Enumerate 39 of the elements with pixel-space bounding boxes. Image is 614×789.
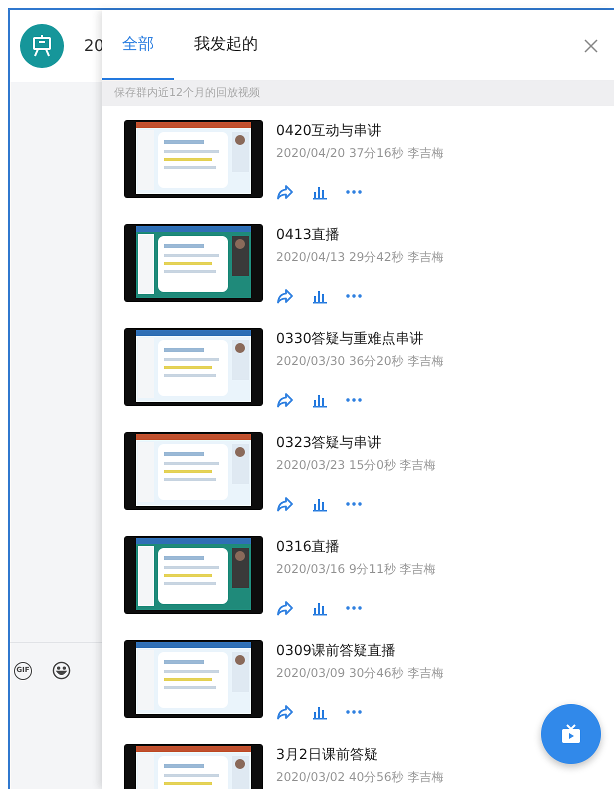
video-title[interactable]: 0413直播 bbox=[276, 225, 444, 245]
more-icon[interactable] bbox=[346, 294, 362, 298]
live-tv-button[interactable] bbox=[541, 704, 601, 764]
video-title[interactable]: 0323答疑与串讲 bbox=[276, 433, 436, 453]
video-meta: 2020/03/02 40分56秒 李吉梅 bbox=[276, 769, 444, 786]
tab[interactable]: 我发起的 bbox=[174, 10, 278, 80]
tv-icon bbox=[560, 723, 582, 745]
video-title[interactable]: 0309课前答疑直播 bbox=[276, 641, 444, 661]
more-icon[interactable] bbox=[346, 398, 362, 402]
share-icon[interactable] bbox=[276, 288, 294, 304]
notice-text: 保存群内近12个月的回放视频 bbox=[114, 84, 260, 101]
more-icon[interactable] bbox=[346, 710, 362, 714]
video-meta: 2020/03/09 30分46秒 李吉梅 bbox=[276, 665, 444, 682]
share-icon[interactable] bbox=[276, 392, 294, 408]
bar-chart-icon[interactable] bbox=[312, 184, 328, 200]
video-meta: 2020/03/30 36分20秒 李吉梅 bbox=[276, 353, 444, 370]
more-icon[interactable] bbox=[346, 190, 362, 194]
bar-chart-icon[interactable] bbox=[312, 496, 328, 512]
smiley-icon[interactable] bbox=[52, 661, 71, 680]
easel-icon bbox=[30, 34, 54, 58]
more-icon[interactable] bbox=[346, 606, 362, 610]
video-meta: 2020/04/13 29分42秒 李吉梅 bbox=[276, 249, 444, 266]
video-meta: 2020/03/16 9分11秒 李吉梅 bbox=[276, 561, 436, 578]
bar-chart-icon[interactable] bbox=[312, 600, 328, 616]
bar-chart-icon[interactable] bbox=[312, 704, 328, 720]
video-title[interactable]: 0316直播 bbox=[276, 537, 436, 557]
video-meta: 2020/03/23 15分0秒 李吉梅 bbox=[276, 457, 436, 474]
video-title[interactable]: 0420互动与串讲 bbox=[276, 121, 444, 141]
share-icon[interactable] bbox=[276, 496, 294, 512]
more-icon[interactable] bbox=[346, 502, 362, 506]
share-icon[interactable] bbox=[276, 184, 294, 200]
video-meta: 2020/04/20 37分16秒 李吉梅 bbox=[276, 145, 444, 162]
close-icon[interactable] bbox=[584, 39, 598, 53]
share-icon[interactable] bbox=[276, 600, 294, 616]
video-title[interactable]: 0330答疑与重难点串讲 bbox=[276, 329, 444, 349]
bar-chart-icon[interactable] bbox=[312, 288, 328, 304]
share-icon[interactable] bbox=[276, 704, 294, 720]
video-title[interactable]: 3月2日课前答疑 bbox=[276, 745, 444, 765]
bar-chart-icon[interactable] bbox=[312, 392, 328, 408]
